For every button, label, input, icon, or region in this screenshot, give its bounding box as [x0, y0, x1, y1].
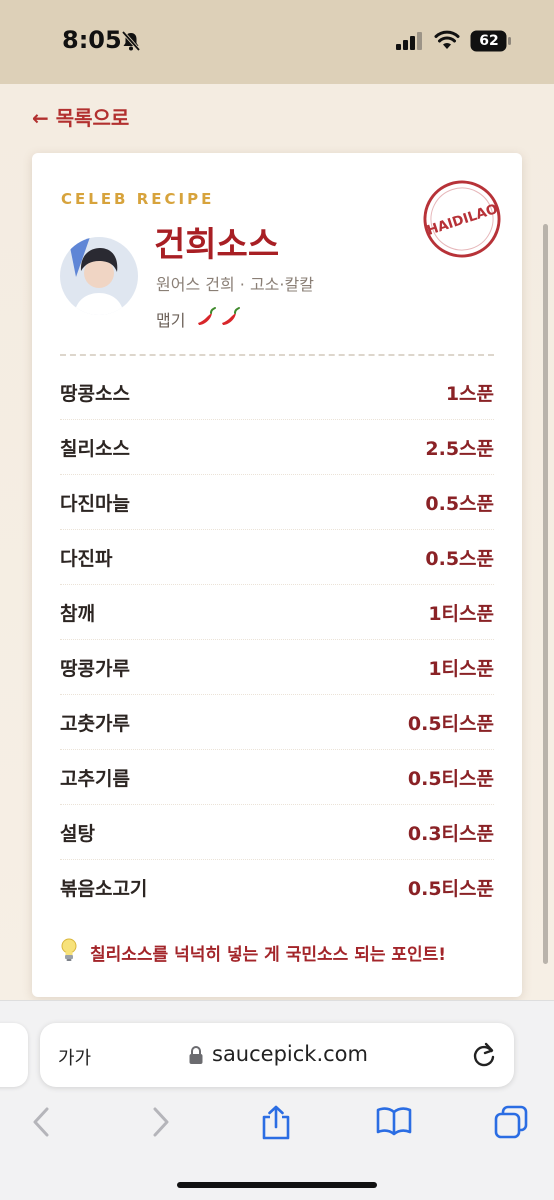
ingredient-name: 고추기름: [60, 767, 130, 790]
ingredient-amount: 0.5티스푼: [407, 878, 494, 900]
ingredient-name: 볶음소고기: [60, 878, 148, 900]
avatar: [60, 237, 138, 315]
ingredient-name: 땅콩가루: [60, 657, 130, 680]
ingredient-row: 참깨 1티스푼: [60, 585, 494, 640]
chili-pepper-icon: [219, 306, 241, 332]
page-menu-button[interactable]: 가가: [58, 1044, 91, 1070]
share-icon[interactable]: [260, 1105, 292, 1145]
recipe-title: 건희소스: [154, 225, 280, 265]
ingredient-name: 땅콩소스: [60, 382, 130, 405]
lock-icon: [188, 1045, 204, 1069]
ingredient-name: 참깨: [60, 602, 95, 625]
ingredient-name: 고춧가루: [60, 712, 130, 735]
back-icon[interactable]: [30, 1105, 52, 1143]
ingredient-row: 다진파 0.5스푼: [60, 530, 494, 585]
ingredient-row: 고추기름 0.5티스푼: [60, 750, 494, 805]
tabs-icon[interactable]: [494, 1105, 528, 1143]
ingredient-name: 다진파: [60, 547, 113, 570]
ingredient-row: 칠리소스 2.5스푼: [60, 420, 494, 475]
signal-icon: [396, 32, 424, 54]
status-bar: 8:05 62: [0, 0, 554, 84]
reload-icon[interactable]: [470, 1041, 498, 1073]
stamp-text: HAIDILAO: [425, 201, 500, 239]
status-time: 8:05: [62, 26, 122, 54]
chili-pepper-icon: [195, 306, 217, 332]
page-content: ← 목록으로 CELEB RECIPE HAIDILAO 건희소스 원어스 건희…: [0, 84, 554, 1020]
ingredient-row: 볶음소고기 0.5티스푼: [60, 860, 494, 915]
spice-level: 맵기: [156, 307, 243, 331]
ingredient-row: 다진마늘 0.5스푼: [60, 475, 494, 530]
bookmarks-icon[interactable]: [376, 1105, 412, 1141]
home-indicator: [177, 1182, 377, 1188]
ingredient-row: 땅콩가루 1티스푼: [60, 640, 494, 695]
ingredient-amount: 0.5티스푼: [407, 712, 494, 735]
recipe-card: CELEB RECIPE HAIDILAO 건희소스 원어스 건희 · 고소·칼…: [32, 153, 522, 997]
forward-icon[interactable]: [150, 1105, 172, 1143]
ingredient-name: 설탕: [60, 822, 95, 845]
recipe-tip: 칠리소스를 넉넉히 넣는 게 국민소스 되는 포인트!: [60, 937, 500, 967]
ingredient-amount: 0.5티스푼: [407, 767, 494, 790]
celeb-recipe-eyebrow: CELEB RECIPE: [61, 190, 215, 208]
ingredient-name: 칠리소스: [60, 437, 130, 460]
ingredient-row: 설탕 0.3티스푼: [60, 805, 494, 860]
back-to-list-link[interactable]: ← 목록으로: [32, 102, 129, 131]
ingredient-name: 다진마늘: [60, 492, 130, 515]
ingredient-amount: 0.5스푼: [425, 547, 494, 570]
tip-text: 칠리소스를 넉넉히 넣는 게 국민소스 되는 포인트!: [90, 944, 447, 965]
bell-slash-icon: [120, 30, 142, 56]
ingredient-amount: 0.5스푼: [425, 492, 494, 515]
ingredient-row: 고춧가루 0.5티스푼: [60, 695, 494, 750]
address-bar[interactable]: 가가 saucepick.com: [40, 1023, 514, 1087]
url-text: saucepick.com: [212, 1042, 368, 1066]
battery-level: 62: [479, 33, 499, 49]
ingredient-list: 땅콩소스 1스푼 칠리소스 2.5스푼 다진마늘 0.5스푼 다진파 0.5스푼…: [60, 365, 494, 915]
wifi-icon: [434, 30, 460, 54]
ingredient-amount: 1스푼: [445, 382, 494, 405]
ingredient-amount: 2.5스푼: [425, 437, 494, 460]
browser-toolbar: 가가 saucepick.com: [0, 1000, 554, 1200]
lightbulb-icon: [60, 938, 78, 966]
haidilao-stamp: HAIDILAO: [423, 180, 501, 258]
ingredient-amount: 1티스푼: [428, 602, 494, 625]
recipe-subtitle: 원어스 건희 · 고소·칼칼: [156, 275, 314, 294]
ingredient-row: 땅콩소스 1스푼: [60, 365, 494, 420]
previous-tab-preview[interactable]: [0, 1023, 28, 1087]
spice-label: 맵기: [156, 311, 186, 330]
ingredient-amount: 1티스푼: [428, 657, 494, 680]
divider: [60, 354, 494, 356]
ingredient-amount: 0.3티스푼: [407, 822, 494, 845]
scrollbar[interactable]: [543, 224, 548, 964]
